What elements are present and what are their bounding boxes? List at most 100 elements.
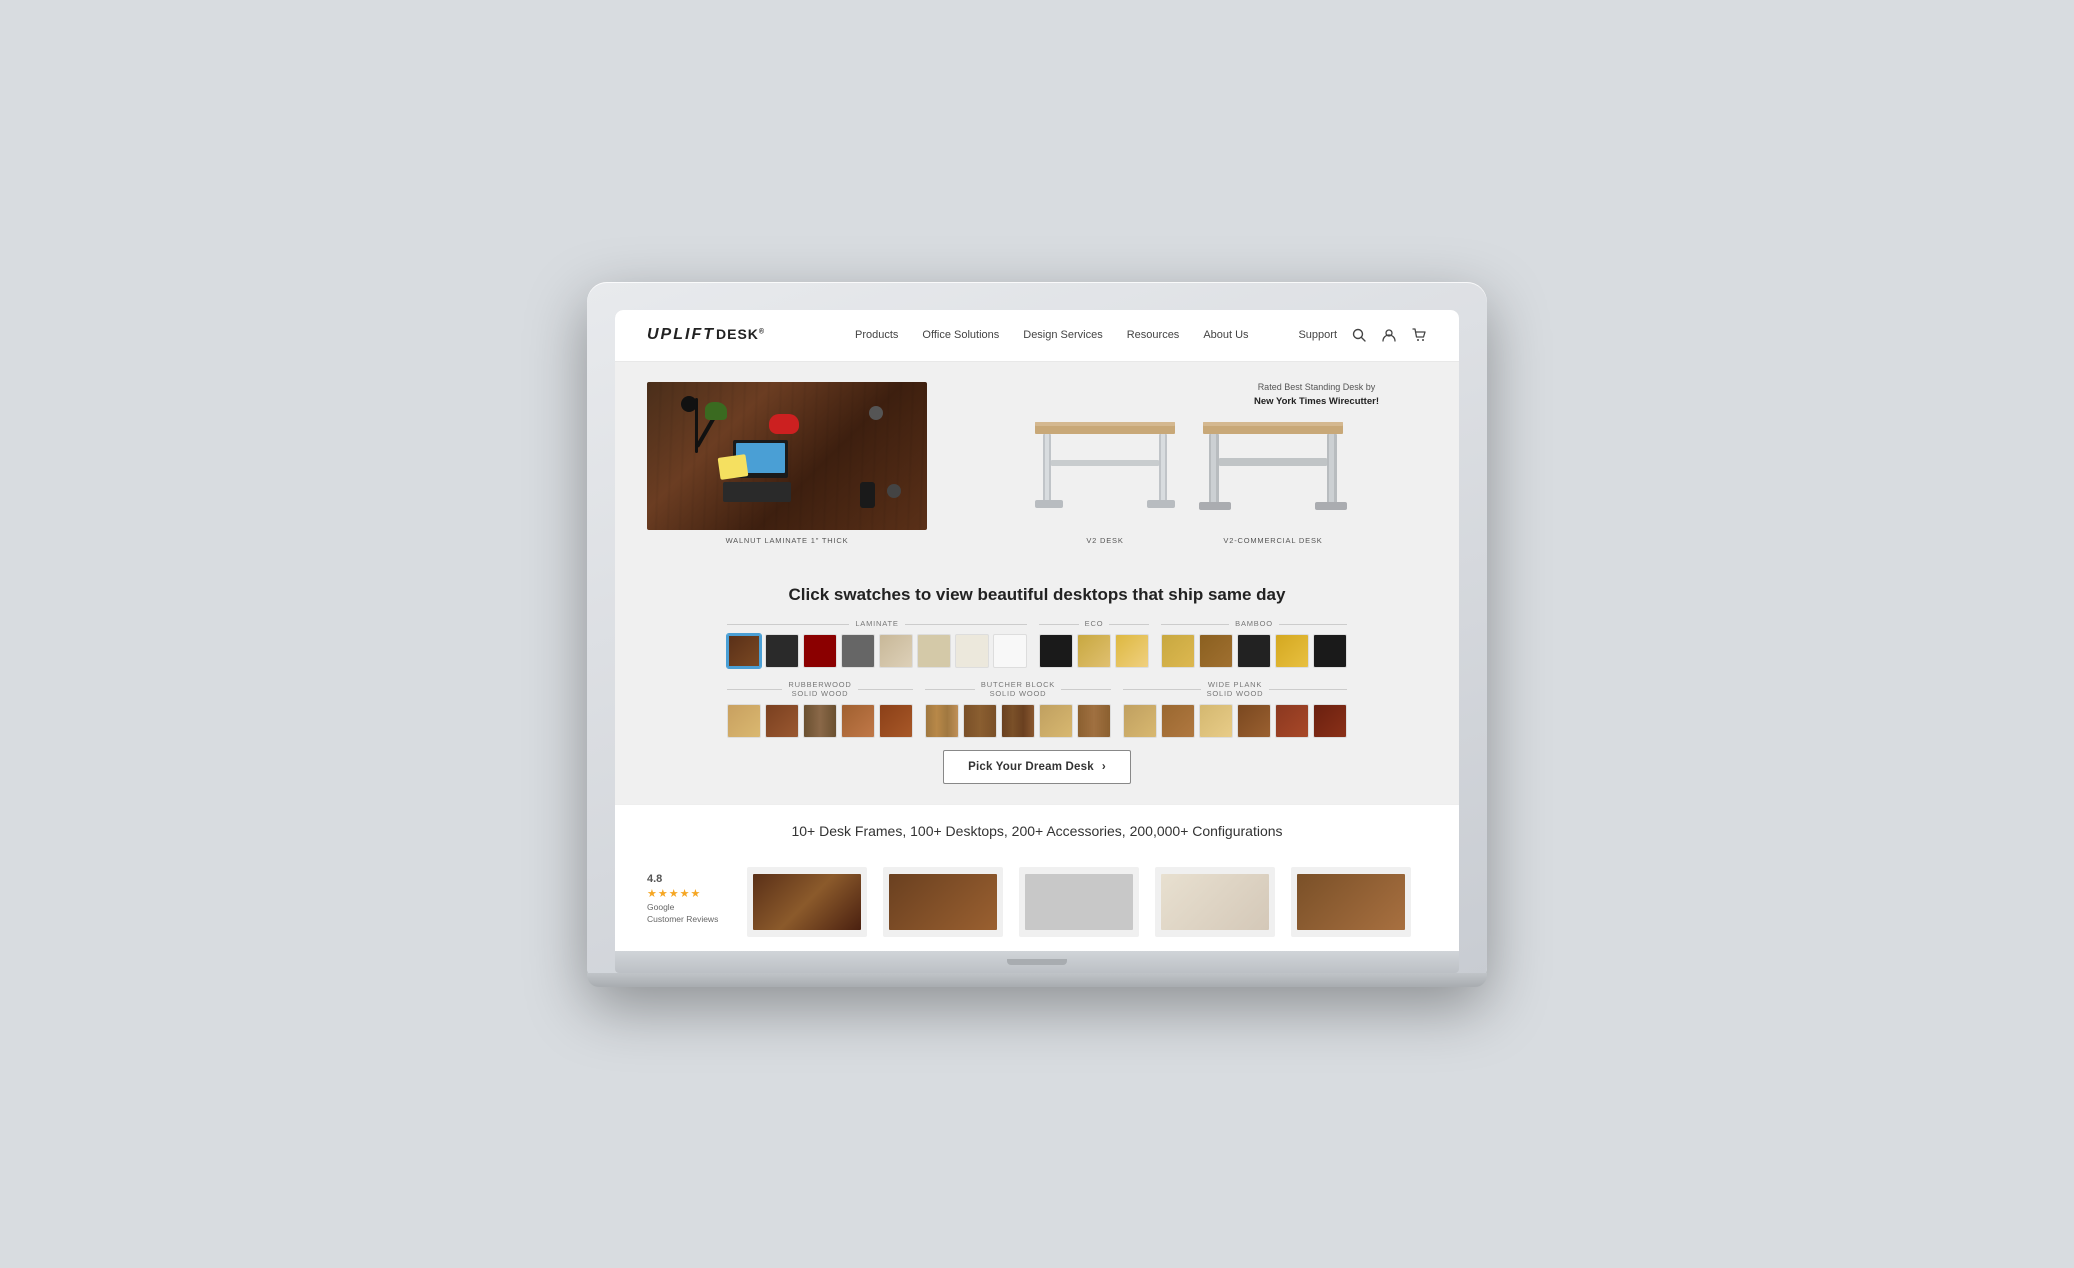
bamboo-label: BAMBOO <box>1235 619 1273 628</box>
laminate-label: LAMINATE <box>855 619 898 628</box>
butcher-block-label: BUTCHER BLOCKSOLID WOOD <box>981 680 1055 698</box>
v2-desk-label: V2 DESK <box>1031 536 1179 545</box>
swatch-wp-3[interactable] <box>1199 704 1233 738</box>
bottom-product-3[interactable] <box>1019 867 1139 937</box>
v2-commercial-desk-label: V2-COMMERCIAL DESK <box>1199 536 1347 545</box>
logo-uplift: UPLIFT <box>647 326 715 344</box>
rubberwood-label: RUBBERWOODSOLID WOOD <box>788 680 851 698</box>
eco-group: ECO <box>1039 619 1149 668</box>
nav-links: Products Office Solutions Design Service… <box>805 329 1298 341</box>
v2-desk: V2 DESK <box>1031 410 1179 545</box>
swatch-bamboo-golden[interactable] <box>1275 634 1309 668</box>
swatch-wp-6[interactable] <box>1313 704 1347 738</box>
bottom-product-list <box>747 867 1427 937</box>
swatch-bamboo-brown[interactable] <box>1199 634 1233 668</box>
review-score: 4.8 <box>647 873 747 885</box>
swatch-bamboo-natural[interactable] <box>1161 634 1195 668</box>
v2-commercial-desk: V2-COMMERCIAL DESK <box>1199 410 1347 545</box>
swatch-wp-2[interactable] <box>1161 704 1195 738</box>
wide-plank-label: WIDE PLANKSOLID WOOD <box>1207 680 1264 698</box>
bamboo-group: BAMBOO <box>1161 619 1347 668</box>
swatch-bamboo-black[interactable] <box>1237 634 1271 668</box>
bottom-product-1[interactable] <box>747 867 867 937</box>
swatch-groups-row2: RUBBERWOODSOLID WOOD BUTC <box>639 680 1435 738</box>
nav-products[interactable]: Products <box>855 329 898 341</box>
rated-badge: Rated Best Standing Desk by New York Tim… <box>1254 380 1379 410</box>
hero-frames: V2 DESK <box>951 410 1427 545</box>
bamboo-swatches <box>1161 634 1347 668</box>
desk-top-product: WALNUT LAMINATE 1" THICK <box>647 382 927 545</box>
swatch-gray[interactable] <box>841 634 875 668</box>
nav-resources[interactable]: Resources <box>1127 329 1180 341</box>
v2-commercial-desk-image <box>1199 410 1347 525</box>
swatch-bb-5[interactable] <box>1077 704 1111 738</box>
swatch-rw-3[interactable] <box>803 704 837 738</box>
review-label: Customer Reviews <box>647 914 747 924</box>
swatch-black[interactable] <box>765 634 799 668</box>
swatch-rw-1[interactable] <box>727 704 761 738</box>
bottom-product-2[interactable] <box>883 867 1003 937</box>
laptop-screen: UPLIFT DESK® Products Office Solutions D… <box>615 310 1459 951</box>
swatch-wp-1[interactable] <box>1123 704 1157 738</box>
eco-swatches <box>1039 634 1149 668</box>
user-icon[interactable] <box>1381 327 1397 343</box>
desk-top-image <box>647 382 927 530</box>
nav-support-label: Support <box>1298 329 1337 341</box>
swatch-groups-row1: LAMINATE <box>639 619 1435 668</box>
swatch-beige[interactable] <box>917 634 951 668</box>
swatch-tan[interactable] <box>879 634 913 668</box>
swatch-bamboo-dark[interactable] <box>1313 634 1347 668</box>
desk-top-label: WALNUT LAMINATE 1" THICK <box>647 536 927 545</box>
navigation: UPLIFT DESK® Products Office Solutions D… <box>615 310 1459 362</box>
swatches-section: Click swatches to view beautiful desktop… <box>615 569 1459 804</box>
bottom-product-4[interactable] <box>1155 867 1275 937</box>
swatch-rw-5[interactable] <box>879 704 913 738</box>
logo[interactable]: UPLIFT DESK® <box>647 326 765 344</box>
swatch-wp-5[interactable] <box>1275 704 1309 738</box>
swatch-walnut[interactable] <box>727 634 761 668</box>
swatch-eco-light[interactable] <box>1115 634 1149 668</box>
hero-section: Rated Best Standing Desk by New York Tim… <box>615 362 1459 569</box>
bottom-product-5[interactable] <box>1291 867 1411 937</box>
review-source: Google <box>647 902 747 912</box>
swatches-title: Click swatches to view beautiful desktop… <box>639 585 1435 605</box>
bottom-products: 4.8 ★★★★★ Google Customer Reviews <box>615 857 1459 951</box>
swatch-red[interactable] <box>803 634 837 668</box>
cart-icon[interactable] <box>1411 327 1427 343</box>
swatch-bb-1[interactable] <box>925 704 959 738</box>
butcher-block-group: BUTCHER BLOCKSOLID WOOD <box>925 680 1111 738</box>
laptop-base <box>615 951 1459 973</box>
swatch-bb-3[interactable] <box>1001 704 1035 738</box>
laptop-notch <box>1007 959 1067 965</box>
stats-section: 10+ Desk Frames, 100+ Desktops, 200+ Acc… <box>615 804 1459 857</box>
stats-text: 10+ Desk Frames, 100+ Desktops, 200+ Acc… <box>647 823 1427 839</box>
swatch-white[interactable] <box>993 634 1027 668</box>
swatch-rw-4[interactable] <box>841 704 875 738</box>
laptop-container: UPLIFT DESK® Products Office Solutions D… <box>587 282 1487 987</box>
nav-about[interactable]: About Us <box>1203 329 1248 341</box>
nav-right: Support <box>1298 327 1427 343</box>
laptop-foot <box>587 973 1487 987</box>
rubberwood-group: RUBBERWOODSOLID WOOD <box>727 680 913 738</box>
swatch-eco-tan[interactable] <box>1077 634 1111 668</box>
nav-design-services[interactable]: Design Services <box>1023 329 1102 341</box>
v2-desk-image <box>1031 410 1179 525</box>
swatch-light[interactable] <box>955 634 989 668</box>
laminate-group: LAMINATE <box>727 619 1027 668</box>
logo-desk: DESK® <box>716 326 765 342</box>
search-icon[interactable] <box>1351 327 1367 343</box>
laminate-swatches <box>727 634 1027 668</box>
swatch-bb-2[interactable] <box>963 704 997 738</box>
rubberwood-swatches <box>727 704 913 738</box>
eco-label: ECO <box>1085 619 1104 628</box>
swatch-eco-black[interactable] <box>1039 634 1073 668</box>
swatch-bb-4[interactable] <box>1039 704 1073 738</box>
review-stars: ★★★★★ <box>647 887 747 900</box>
swatch-rw-2[interactable] <box>765 704 799 738</box>
nav-office-solutions[interactable]: Office Solutions <box>922 329 999 341</box>
wide-plank-swatches <box>1123 704 1347 738</box>
dream-desk-button[interactable]: Pick Your Dream Desk › <box>943 750 1131 784</box>
butcher-block-swatches <box>925 704 1111 738</box>
google-reviews: 4.8 ★★★★★ Google Customer Reviews <box>647 867 747 937</box>
swatch-wp-4[interactable] <box>1237 704 1271 738</box>
